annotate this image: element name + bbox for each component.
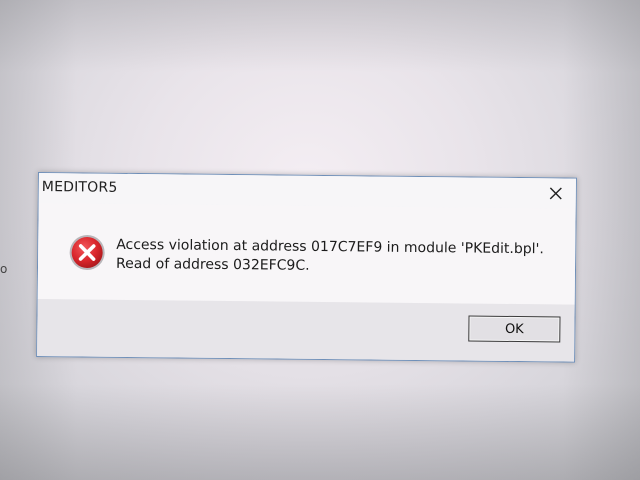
close-button[interactable]: [540, 180, 572, 206]
dialog-footer: OK: [37, 299, 575, 362]
dialog-title: MEDITOR5: [41, 179, 118, 196]
error-icon: [69, 235, 105, 271]
background-text-fragment: o: [0, 262, 8, 276]
close-icon: [549, 187, 562, 200]
dialog-content: Access violation at address 017C7EF9 in …: [37, 203, 576, 305]
ok-button[interactable]: OK: [468, 315, 561, 343]
error-message: Access violation at address 017C7EF9 in …: [115, 236, 544, 274]
error-dialog: MEDITOR5 Access violation at address 017…: [36, 172, 577, 363]
